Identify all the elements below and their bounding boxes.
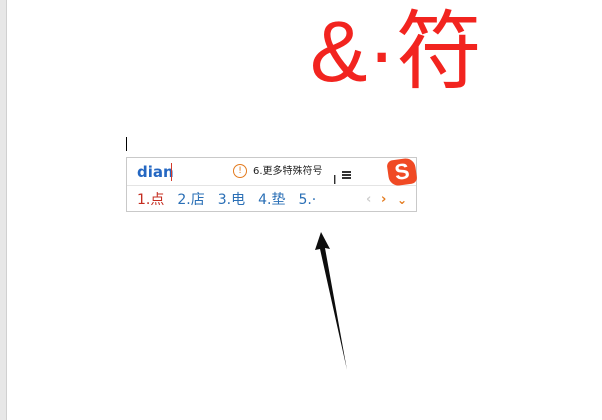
annotation-arrow — [315, 232, 347, 370]
document-canvas: &·符 dian ! 6.更多特殊符号 I S 1.点 2.店 3.电 4.垫 5.· … — [0, 0, 602, 420]
annotation-arrow-shape — [315, 232, 347, 370]
